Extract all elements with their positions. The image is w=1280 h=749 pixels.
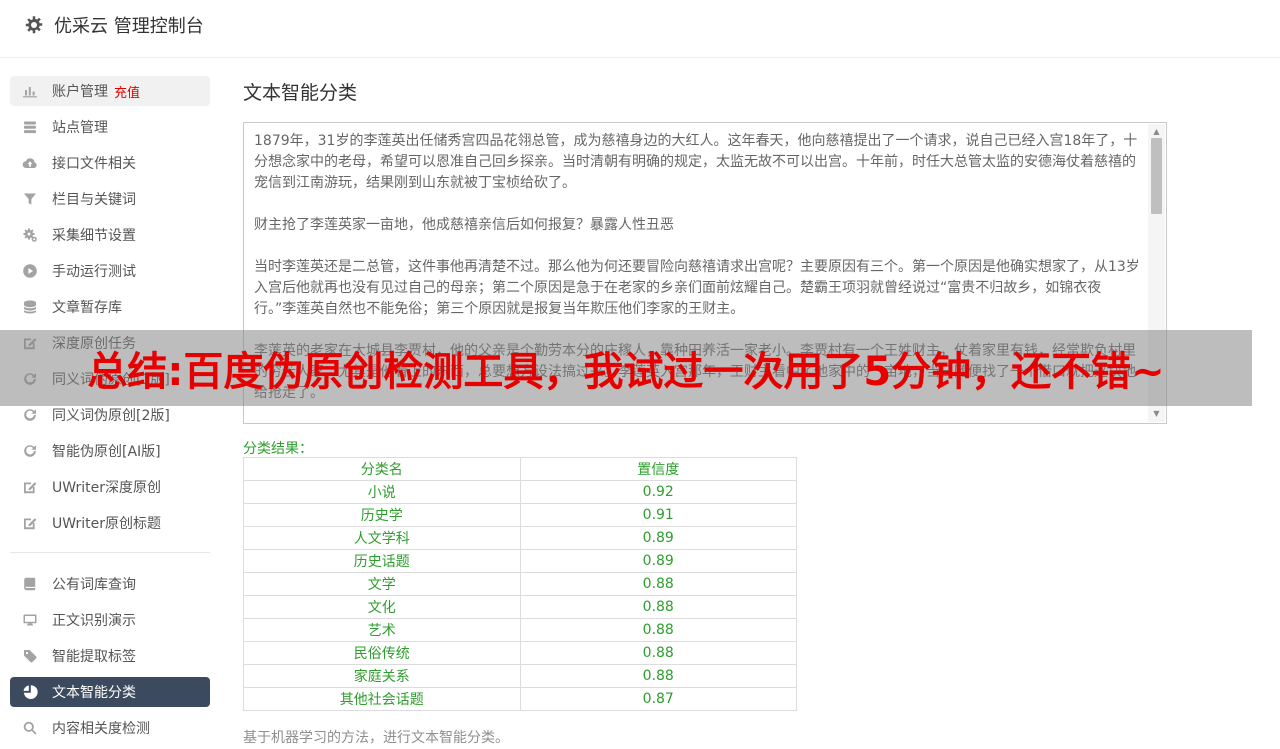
sidebar-item-article-store[interactable]: 文章暂存库	[10, 292, 210, 322]
sidebar-item-label: 智能提取标签	[52, 646, 136, 666]
cloud-upload-icon	[22, 155, 38, 171]
brand: 优采云 管理控制台	[24, 12, 204, 38]
category-cell: 历史话题	[244, 550, 521, 573]
table-row: 艺术0.88	[244, 619, 797, 642]
sidebar-item-label: 文章暂存库	[52, 297, 122, 317]
bar-chart-icon	[22, 83, 38, 99]
confidence-cell: 0.92	[520, 481, 797, 504]
confidence-cell: 0.91	[520, 504, 797, 527]
sidebar-item-relevance-check[interactable]: 内容相关度检测	[10, 713, 210, 743]
sidebar-item-label: 采集细节设置	[52, 225, 136, 245]
page-title: 文本智能分类	[243, 78, 357, 105]
sidebar-item-uwriter-deep[interactable]: UWriter深度原创	[10, 472, 210, 502]
table-header-row: 分类名 置信度	[244, 458, 797, 481]
table-row: 人文学科0.89	[244, 527, 797, 550]
play-circle-icon	[22, 263, 38, 279]
sidebar-item-columns-keywords[interactable]: 栏目与关键词	[10, 184, 210, 214]
article-paragraph: 当时李莲英还是二总管，这件事他再清楚不过。那么他为何还要冒险向慈禧请求出宫呢？主…	[254, 257, 1140, 320]
scroll-down-arrow[interactable]: ▼	[1148, 406, 1165, 422]
column-header-category: 分类名	[244, 458, 521, 481]
annotation-text: 总结:百度伪原创检测工具，我试过一次用了5分钟，还不错~	[87, 339, 1164, 397]
category-cell: 文化	[244, 596, 521, 619]
table-row: 文学0.88	[244, 573, 797, 596]
sidebar-item-manual-run[interactable]: 手动运行测试	[10, 256, 210, 286]
sidebar-item-label: 账户管理	[52, 81, 108, 101]
annotation-banner: 总结:百度伪原创检测工具，我试过一次用了5分钟，还不错~	[0, 330, 1252, 406]
sidebar-item-uwriter-title[interactable]: UWriter原创标题	[10, 508, 210, 538]
table-row: 文化0.88	[244, 596, 797, 619]
sidebar-item-label: 手动运行测试	[52, 261, 136, 281]
sidebar-item-label: 智能伪原创[AI版]	[52, 441, 161, 461]
confidence-cell: 0.87	[520, 688, 797, 711]
scrollbar-thumb[interactable]	[1151, 138, 1162, 214]
sidebar-item-label: 文本智能分类	[52, 682, 136, 702]
category-cell: 文学	[244, 573, 521, 596]
sidebar-item-label: UWriter原创标题	[52, 513, 161, 533]
sidebar-item-interface-files[interactable]: 接口文件相关	[10, 148, 210, 178]
sidebar-item-ai-original[interactable]: 智能伪原创[AI版]	[10, 436, 210, 466]
sidebar-item-account[interactable]: 账户管理 充值	[10, 76, 210, 106]
sidebar-item-public-lexicon[interactable]: 公有词库查询	[10, 569, 210, 599]
category-cell: 人文学科	[244, 527, 521, 550]
edit-icon	[22, 479, 38, 495]
refresh-icon	[22, 443, 38, 459]
sidebar-item-label: 同义词伪原创[2版]	[52, 405, 170, 425]
category-cell: 艺术	[244, 619, 521, 642]
sidebar: 账户管理 充值 站点管理 接口文件相关 栏目与关键词 采集细节设置 手动运行测试…	[10, 76, 210, 749]
category-cell: 小说	[244, 481, 521, 504]
gear-icon	[24, 15, 44, 35]
database-icon	[22, 299, 38, 315]
refresh-icon	[22, 407, 38, 423]
sidebar-item-label: 内容相关度检测	[52, 718, 150, 738]
magnifier-icon	[22, 720, 38, 736]
article-paragraph: 1879年，31岁的李莲英出任储秀宫四品花翎总管，成为慈禧身边的大红人。这年春天…	[254, 131, 1140, 194]
category-cell: 民俗传统	[244, 642, 521, 665]
footer-note: 基于机器学习的方法，进行文本智能分类。	[243, 727, 509, 747]
sidebar-item-body-recognition[interactable]: 正文识别演示	[10, 605, 210, 635]
recharge-badge[interactable]: 充值	[114, 82, 140, 101]
sidebar-item-label: 栏目与关键词	[52, 189, 136, 209]
category-cell: 其他社会话题	[244, 688, 521, 711]
sidebar-divider	[10, 552, 210, 553]
table-row: 小说0.92	[244, 481, 797, 504]
app-title: 优采云 管理控制台	[54, 12, 204, 38]
monitor-icon	[22, 612, 38, 628]
sidebar-item-text-classification[interactable]: 文本智能分类	[10, 677, 210, 707]
table-row: 历史话题0.89	[244, 550, 797, 573]
table-row: 民俗传统0.88	[244, 642, 797, 665]
category-cell: 家庭关系	[244, 665, 521, 688]
table-row: 家庭关系0.88	[244, 665, 797, 688]
sidebar-item-label: 正文识别演示	[52, 610, 136, 630]
sidebar-item-sites[interactable]: 站点管理	[10, 112, 210, 142]
site-list-icon	[22, 119, 38, 135]
confidence-cell: 0.88	[520, 665, 797, 688]
app-header: 优采云 管理控制台	[0, 0, 1280, 58]
sidebar-item-label: 站点管理	[52, 117, 108, 137]
column-header-confidence: 置信度	[520, 458, 797, 481]
book-icon	[22, 576, 38, 592]
tag-icon	[22, 648, 38, 664]
sidebar-item-collect-settings[interactable]: 采集细节设置	[10, 220, 210, 250]
confidence-cell: 0.88	[520, 596, 797, 619]
table-row: 历史学0.91	[244, 504, 797, 527]
sidebar-item-label: 公有词库查询	[52, 574, 136, 594]
confidence-cell: 0.88	[520, 573, 797, 596]
table-row: 其他社会话题0.87	[244, 688, 797, 711]
sidebar-item-label: UWriter深度原创	[52, 477, 161, 497]
confidence-cell: 0.88	[520, 619, 797, 642]
pie-chart-icon	[22, 684, 38, 700]
gears-icon	[22, 227, 38, 243]
confidence-cell: 0.89	[520, 527, 797, 550]
category-cell: 历史学	[244, 504, 521, 527]
sidebar-item-extract-tags[interactable]: 智能提取标签	[10, 641, 210, 671]
funnel-icon	[22, 191, 38, 207]
sidebar-item-label: 接口文件相关	[52, 153, 136, 173]
article-paragraph: 财主抢了李莲英家一亩地，他成慈禧亲信后如何报复？暴露人性丑恶	[254, 215, 1140, 236]
confidence-cell: 0.89	[520, 550, 797, 573]
classification-table: 分类名 置信度 小说0.92 历史学0.91 人文学科0.89 历史话题0.89…	[243, 457, 797, 711]
edit-icon	[22, 515, 38, 531]
confidence-cell: 0.88	[520, 642, 797, 665]
result-label: 分类结果：	[243, 438, 313, 458]
